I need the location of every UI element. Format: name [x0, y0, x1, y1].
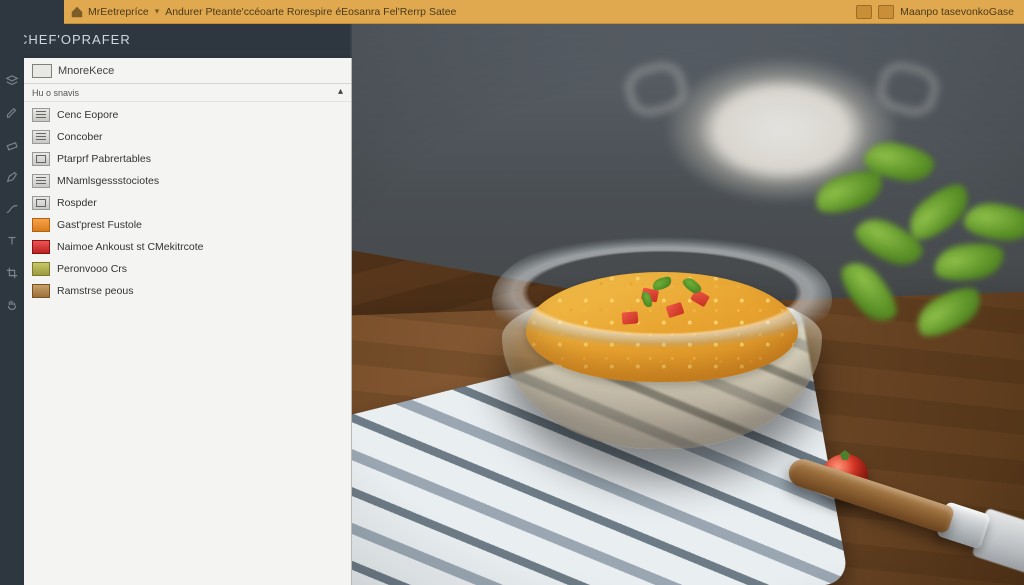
collapse-icon[interactable]: ▴	[338, 86, 343, 97]
breadcrumb-1[interactable]: MrEetrepríce	[88, 6, 149, 18]
item-icon	[32, 218, 50, 232]
item-label: MNamlsgessstociotes	[57, 175, 159, 187]
panel-item-4[interactable]: Rospder	[24, 192, 351, 214]
breadcrumb-2[interactable]: Andurer Pteante'ccéoarte Rorespire éEosa…	[165, 6, 456, 18]
home-icon[interactable]	[70, 5, 84, 19]
panel-item-2[interactable]: Ptarprf Pabrertables	[24, 148, 351, 170]
layers-icon[interactable]	[5, 74, 19, 88]
panel-item-6[interactable]: Naimoe Ankoust st CMekitrcote	[24, 236, 351, 258]
item-label: Naimoe Ankoust st CMekitrcote	[57, 241, 203, 253]
panel-item-7[interactable]: Peronvooo Crs	[24, 258, 351, 280]
item-label: Ptarprf Pabrertables	[57, 153, 151, 165]
panel-subheader[interactable]: Hu o snavis ▴	[24, 84, 351, 102]
panel-list: Cenc Eopore Concober Ptarprf Pabrertable…	[24, 102, 351, 585]
eraser-icon[interactable]	[5, 138, 19, 152]
folder-icon	[32, 64, 52, 78]
item-label: Cenc Eopore	[57, 109, 118, 121]
canvas-viewport[interactable]	[352, 24, 1024, 585]
item-label: Gast'prest Fustole	[57, 219, 142, 231]
panel-item-3[interactable]: MNamlsgessstociotes	[24, 170, 351, 192]
item-label: Ramstrse peous	[57, 285, 133, 297]
item-icon	[32, 174, 50, 188]
panel-item-1[interactable]: Concober	[24, 126, 351, 148]
item-icon	[32, 240, 50, 254]
panel-item-8[interactable]: Ramstrse peous	[24, 280, 351, 302]
ribbon-action-1-icon[interactable]	[856, 5, 872, 19]
panel-sub-label: Hu o snavis	[32, 88, 79, 98]
glass-bowl	[492, 234, 832, 464]
hand-icon[interactable]	[5, 298, 19, 312]
item-icon	[32, 284, 50, 298]
panel-item-0[interactable]: Cenc Eopore	[24, 104, 351, 126]
pen-icon[interactable]	[5, 170, 19, 184]
ribbon-action-2-icon[interactable]	[878, 5, 894, 19]
ribbon: MrEetrepríce ▾ Andurer Pteante'ccéoarte …	[64, 0, 1024, 24]
app-title: CHEF'OPRAFER	[18, 32, 131, 47]
item-icon	[32, 130, 50, 144]
item-label: Rospder	[57, 197, 97, 209]
item-icon	[32, 196, 50, 210]
item-icon	[32, 262, 50, 276]
item-label: Concober	[57, 131, 103, 143]
curve-icon[interactable]	[5, 202, 19, 216]
brush-icon[interactable]	[5, 106, 19, 120]
item-icon	[32, 152, 50, 166]
panel-header[interactable]: MnoreKece	[24, 58, 351, 84]
panel-item-5[interactable]: Gast'prest Fustole	[24, 214, 351, 236]
panel-header-label: MnoreKece	[58, 65, 114, 77]
item-label: Peronvooo Crs	[57, 263, 127, 275]
tool-rail	[0, 24, 24, 585]
side-panel: MnoreKece Hu o snavis ▴ Cenc Eopore Conc…	[24, 58, 352, 585]
ribbon-right-label[interactable]: Maanpo tasevonkoGase	[900, 6, 1014, 18]
text-icon[interactable]	[5, 234, 19, 248]
item-icon	[32, 108, 50, 122]
chevron-down-icon[interactable]: ▾	[153, 6, 162, 17]
crop-icon[interactable]	[5, 266, 19, 280]
